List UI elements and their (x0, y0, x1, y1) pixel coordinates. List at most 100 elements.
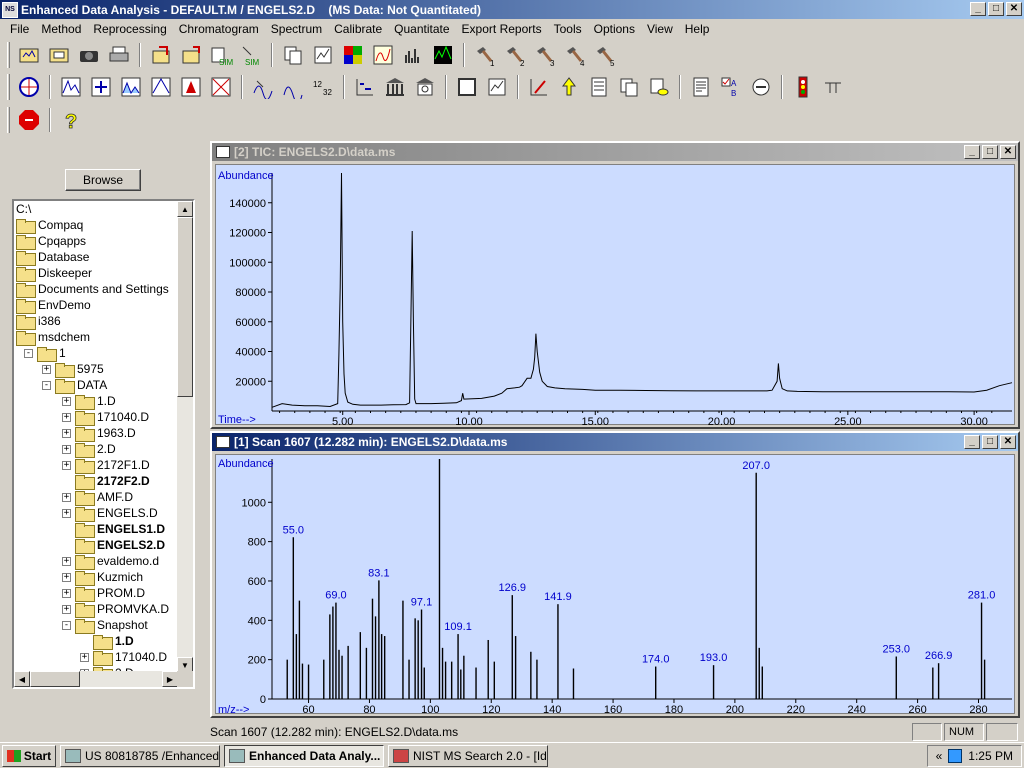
tree-item[interactable]: +171040.D (62, 409, 149, 426)
traffic-light-icon[interactable] (789, 73, 817, 101)
vertical-scrollbar[interactable]: ▲ ▼ (177, 201, 193, 673)
arrow-up-icon[interactable] (555, 73, 583, 101)
tree-item[interactable]: +2172F1.D (62, 457, 150, 474)
integrate-icon[interactable] (117, 73, 145, 101)
tree-item[interactable]: + AMF.D (62, 489, 133, 506)
tree-item[interactable]: msdchem (16, 329, 90, 346)
expand-icon[interactable]: + (62, 492, 71, 502)
scroll-right-arrow-icon[interactable]: ▶ (162, 671, 178, 687)
tree-item[interactable]: 1.D (80, 633, 134, 650)
hammer-3-icon[interactable]: 3 (531, 41, 559, 69)
scan-plot-area[interactable]: Abundance m/z--> 0 200 400 600 800 1000 60 80 100 1… (215, 454, 1015, 715)
expand-icon[interactable]: + (80, 652, 89, 662)
chart-icon[interactable] (369, 41, 397, 69)
overlay-icon[interactable] (207, 73, 235, 101)
tic-view-icon[interactable] (57, 73, 85, 101)
tic-chart[interactable]: Abundance Time--> 20000 40000 60000 80000 1000… (216, 165, 1016, 426)
peak-find-icon[interactable] (279, 73, 307, 101)
tic-minimize-button[interactable]: _ (964, 145, 980, 159)
folder-tree[interactable]: C:\ Compaq Cpqapps Database Diskeeper Documen… (12, 199, 195, 689)
database-icon[interactable] (645, 73, 673, 101)
hammer-1-icon[interactable]: 1 (471, 41, 499, 69)
menu-chromatogram[interactable]: Chromatogram (173, 22, 265, 36)
scroll-thumb[interactable] (177, 217, 193, 397)
tree-item[interactable]: -1 (24, 345, 66, 362)
hscroll-thumb[interactable] (30, 671, 80, 687)
peak-icon[interactable] (147, 73, 175, 101)
menu-tools[interactable]: Tools (548, 22, 588, 36)
browse-button[interactable]: Browse (65, 169, 141, 191)
tray-app-icon[interactable] (948, 749, 963, 763)
bar-chart-icon[interactable] (381, 73, 409, 101)
expand-icon[interactable]: + (62, 412, 71, 422)
tree-item[interactable]: ENGELS2.D (62, 537, 165, 554)
hand-icon[interactable] (747, 73, 775, 101)
print-icon[interactable] (105, 41, 133, 69)
expand-icon[interactable]: + (62, 556, 71, 566)
menu-calibrate[interactable]: Calibrate (328, 22, 388, 36)
graph-check-icon[interactable] (483, 73, 511, 101)
background-icon[interactable] (249, 73, 277, 101)
tree-item[interactable]: + ENGELS.D (62, 505, 158, 522)
text-icon[interactable] (819, 73, 847, 101)
calibrate-icon[interactable] (309, 41, 337, 69)
taskbar-item-enhanced-data-analysis[interactable]: Enhanced Data Analy... (224, 744, 384, 767)
navigate-icon[interactable] (15, 73, 43, 101)
tic-icon[interactable] (429, 41, 457, 69)
expand-icon[interactable]: + (62, 588, 71, 598)
tray-expand-icon[interactable]: « (936, 749, 943, 763)
expand-icon[interactable]: + (62, 444, 71, 454)
expand-icon[interactable]: + (62, 604, 71, 614)
expand-icon[interactable]: + (62, 460, 71, 470)
scan-window-titlebar[interactable]: [1] Scan 1607 (12.282 min): ENGELS2.D\da… (212, 433, 1018, 451)
tree-item[interactable]: Compaq (16, 217, 83, 234)
menu-quantitate[interactable]: Quantitate (388, 22, 455, 36)
load-method-icon[interactable] (45, 41, 73, 69)
color-grid-icon[interactable] (339, 41, 367, 69)
collapse-icon[interactable]: - (62, 620, 71, 630)
expand-icon[interactable]: + (62, 508, 71, 518)
collapse-icon[interactable]: - (42, 380, 51, 390)
peak-compare-icon[interactable]: 12 32 (309, 73, 337, 101)
spectrum-icon[interactable] (399, 41, 427, 69)
copy-icon[interactable] (279, 41, 307, 69)
tic-close-button[interactable]: ✕ (1000, 145, 1016, 159)
tree-item[interactable]: ENGELS1.D (62, 521, 165, 538)
collapse-icon[interactable]: - (24, 348, 33, 358)
tree-item[interactable]: Database (16, 249, 89, 266)
close-button[interactable]: ✕ (1006, 2, 1022, 16)
sim-icon[interactable]: SIM (207, 41, 235, 69)
edit-icon[interactable] (525, 73, 553, 101)
tree-item[interactable]: +1.D (62, 393, 116, 410)
eic-icon[interactable] (87, 73, 115, 101)
expand-icon[interactable]: + (42, 364, 51, 374)
scan-minimize-button[interactable]: _ (964, 435, 980, 449)
tree-item[interactable]: + PROMVKA.D (62, 601, 169, 618)
menu-method[interactable]: Method (35, 22, 87, 36)
notes-icon[interactable] (687, 73, 715, 101)
tic-window-titlebar[interactable]: [2] TIC: ENGELS2.D\data.ms (212, 143, 1018, 161)
taskbar-item-nist-ms-search[interactable]: NIST MS Search 2.0 - [Id... (388, 744, 548, 767)
horizontal-scrollbar[interactable]: ◀ ▶ (14, 671, 178, 687)
scan-window[interactable]: [1] Scan 1607 (12.282 min): ENGELS2.D\da… (210, 431, 1020, 718)
tree-item[interactable]: Cpqapps (16, 233, 86, 250)
scroll-up-arrow-icon[interactable]: ▲ (177, 201, 193, 217)
stop-icon[interactable] (15, 106, 43, 134)
library-icon[interactable] (177, 73, 205, 101)
tic-window[interactable]: [2] TIC: ENGELS2.D\data.ms _ □ ✕ Abundan… (210, 141, 1020, 429)
start-button[interactable]: Start (2, 744, 56, 767)
tree-item[interactable]: +5975 (42, 361, 104, 378)
menu-export-reports[interactable]: Export Reports (456, 22, 548, 36)
export-icon[interactable] (147, 41, 175, 69)
hammer-2-icon[interactable]: 2 (501, 41, 529, 69)
tree-item[interactable]: +2.D (62, 441, 116, 458)
tree-item[interactable]: + evaldemo.d (62, 553, 159, 570)
abc-check-icon[interactable]: AB (717, 73, 745, 101)
toolbar-grip[interactable] (7, 107, 10, 133)
maximize-button[interactable]: □ (988, 2, 1004, 16)
hammer-5-icon[interactable]: 5 (591, 41, 619, 69)
tree-item[interactable]: i386 (16, 313, 61, 330)
tic-maximize-button[interactable]: □ (982, 145, 998, 159)
sort-icon[interactable] (351, 73, 379, 101)
app-icon[interactable]: NS (2, 1, 18, 18)
